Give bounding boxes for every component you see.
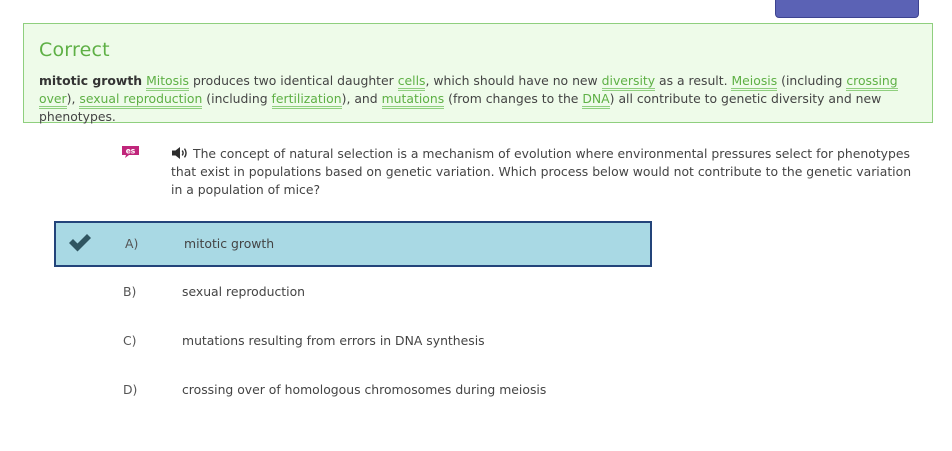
feedback-explanation: mitotic growth Mitosis produces two iden… (39, 72, 919, 126)
correct-answer-label: mitotic growth (39, 73, 143, 88)
choice-letter: B) (123, 284, 137, 299)
feedback-panel: Correct mitotic growth Mitosis produces … (23, 23, 933, 126)
choice-letter: C) (123, 333, 137, 348)
question-text: The concept of natural selection is a me… (171, 146, 912, 197)
glossary-link[interactable]: sexual reproduction (79, 91, 203, 109)
choice-text: crossing over of homologous chromosomes … (182, 382, 547, 397)
choice-text: sexual reproduction (182, 284, 305, 299)
explanation-fragment: , which should have no new (425, 73, 602, 88)
spanish-translation-icon[interactable]: es (121, 145, 140, 159)
glossary-link[interactable]: DNA (582, 91, 610, 109)
feedback-title: Correct (39, 39, 110, 61)
choice-text: mutations resulting from errors in DNA s… (182, 333, 485, 348)
glossary-link[interactable]: cells (397, 73, 426, 91)
glossary-link[interactable]: mutations (381, 91, 445, 109)
explanation-fragment: (including (777, 73, 847, 88)
explanation-fragment: ), (66, 91, 80, 106)
answer-choice-c[interactable]: C) mutations resulting from errors in DNA… (54, 319, 652, 365)
choice-letter: A) (125, 236, 139, 251)
glossary-link[interactable]: Meiosis (731, 73, 778, 91)
svg-text:es: es (126, 146, 136, 155)
glossary-link[interactable]: diversity (601, 73, 656, 91)
explanation-fragment: (including (202, 91, 272, 106)
glossary-link[interactable]: fertilization (271, 91, 342, 109)
practice-question-page: Correct mitotic growth Mitosis produces … (0, 0, 952, 451)
explanation-text: Mitosis produces two identical daughter … (39, 73, 898, 124)
checkmark-icon (69, 234, 91, 252)
answer-choice-a[interactable]: A) mitotic growth (54, 221, 652, 267)
explanation-fragment: as a result. (655, 73, 732, 88)
answer-choice-d[interactable]: D) crossing over of homologous chromosome… (54, 368, 652, 414)
explanation-fragment: (from changes to the (444, 91, 583, 106)
choice-text: mitotic growth (184, 236, 275, 251)
answer-choice-b[interactable]: B) sexual reproduction (54, 270, 652, 316)
top-action-button[interactable] (775, 0, 919, 18)
explanation-fragment: ), and (341, 91, 382, 106)
glossary-link[interactable]: Mitosis (146, 73, 189, 91)
choice-letter: D) (123, 382, 138, 397)
explanation-fragment: produces two identical daughter (189, 73, 398, 88)
